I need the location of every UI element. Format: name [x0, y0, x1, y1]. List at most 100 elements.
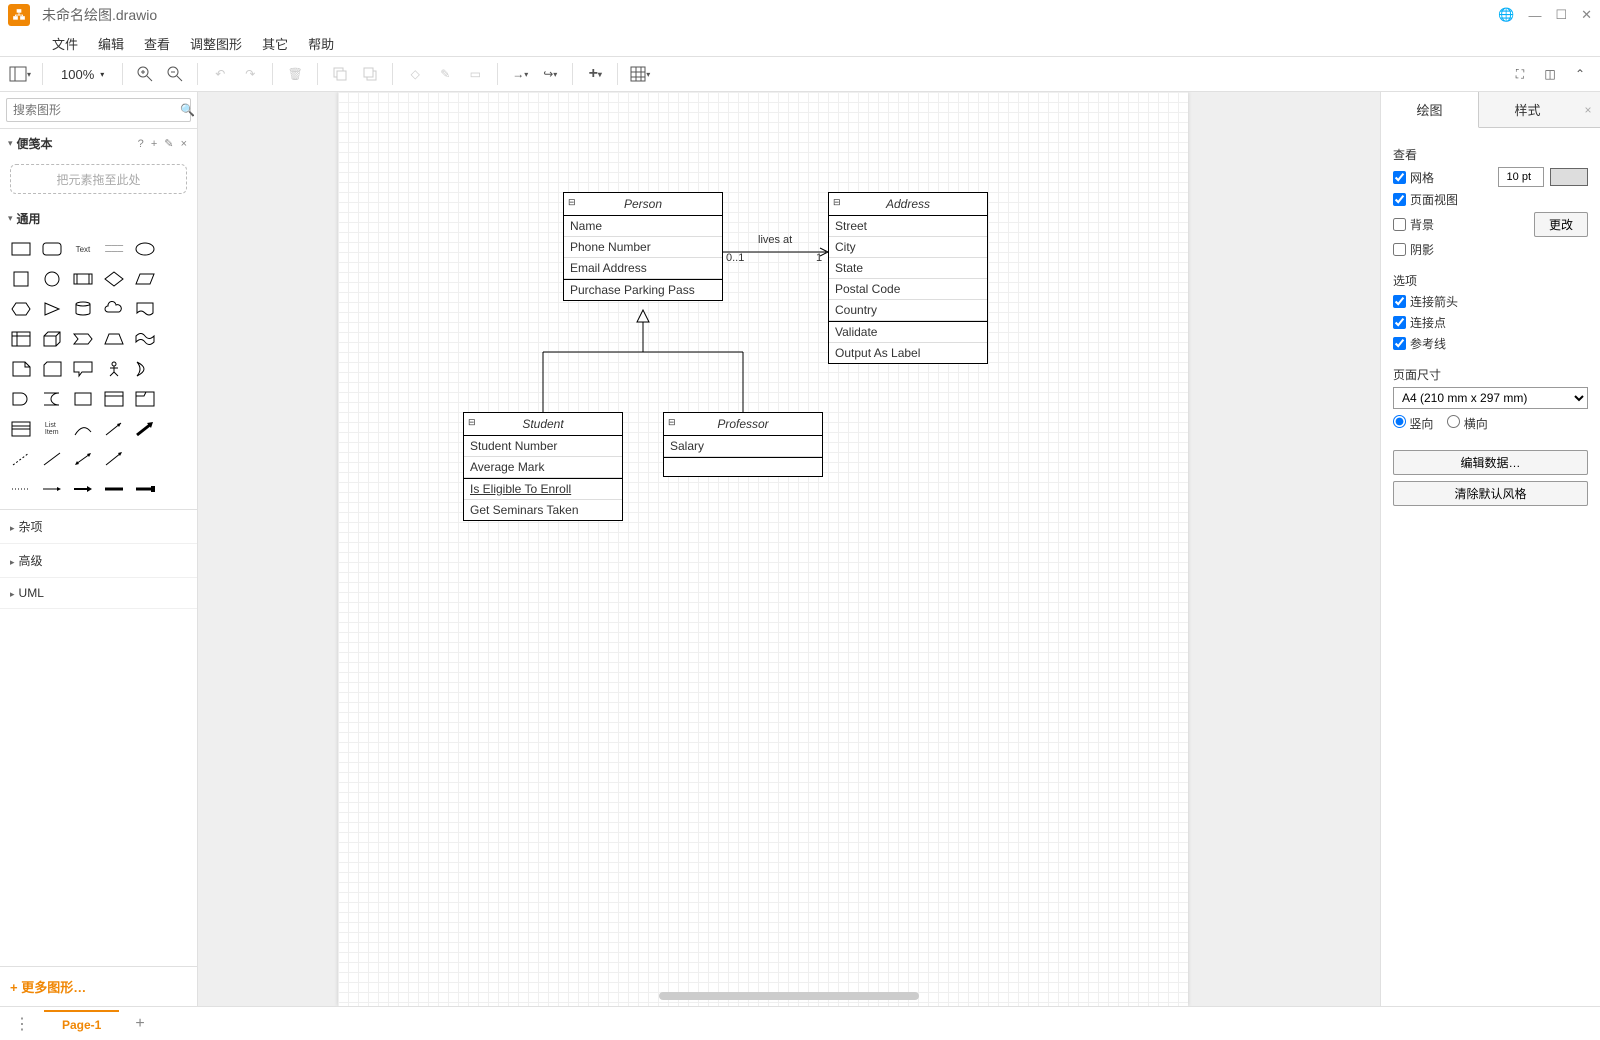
shape-document[interactable]: [133, 297, 158, 321]
shape-square[interactable]: [8, 267, 33, 291]
shape-and[interactable]: [8, 387, 33, 411]
grid-size-input[interactable]: [1498, 167, 1544, 187]
shape-listitem[interactable]: ListItem: [39, 417, 64, 441]
edge-label-lives-at[interactable]: lives at: [758, 234, 792, 246]
to-front-button[interactable]: [328, 62, 352, 86]
shape-or[interactable]: [133, 357, 158, 381]
portrait-radio[interactable]: 竖向: [1393, 415, 1433, 432]
shape-cloud[interactable]: [101, 297, 126, 321]
edit-data-button[interactable]: 编辑数据…: [1393, 450, 1588, 475]
shape-arrow2[interactable]: [101, 447, 126, 471]
shape-hexagon[interactable]: [8, 297, 33, 321]
shape-curve[interactable]: [70, 417, 95, 441]
fill-color-button[interactable]: ◇: [403, 62, 427, 86]
shape-link3[interactable]: [70, 477, 95, 501]
delete-button[interactable]: 🗑: [283, 62, 307, 86]
shape-arrow-diag[interactable]: [101, 417, 126, 441]
more-shapes-button[interactable]: + 更多图形…: [0, 966, 197, 1006]
pages-menu-button[interactable]: ⋮: [8, 1014, 36, 1034]
shape-blank2[interactable]: [164, 267, 189, 291]
shape-link1[interactable]: [8, 477, 33, 501]
shape-process[interactable]: [70, 267, 95, 291]
collapse-button[interactable]: ⌃: [1568, 62, 1592, 86]
add-page-button[interactable]: +: [127, 1015, 152, 1033]
horizontal-scrollbar[interactable]: [659, 992, 919, 1000]
shape-rect[interactable]: [8, 237, 33, 261]
shape-rect2[interactable]: [70, 387, 95, 411]
uml-class-address[interactable]: ⊟Address Street City State Postal Code C…: [828, 192, 988, 364]
shape-blank9[interactable]: [164, 447, 189, 471]
shape-frame[interactable]: [133, 387, 158, 411]
edge-mult-left[interactable]: 0..1: [726, 252, 744, 264]
menu-help[interactable]: 帮助: [300, 30, 342, 57]
change-background-button[interactable]: 更改: [1534, 212, 1588, 237]
shape-list[interactable]: [8, 417, 33, 441]
shape-step[interactable]: [70, 327, 95, 351]
menu-adjust[interactable]: 调整图形: [182, 30, 250, 57]
menu-other[interactable]: 其它: [254, 30, 296, 57]
language-icon[interactable]: 🌐: [1498, 7, 1514, 23]
general-shapes-header[interactable]: ▾通用: [0, 204, 197, 233]
shape-blank7[interactable]: [164, 417, 189, 441]
insert-button[interactable]: +▾: [583, 62, 607, 86]
redo-button[interactable]: ↷: [238, 62, 262, 86]
maximize-button[interactable]: ☐: [1555, 7, 1567, 23]
points-checkbox[interactable]: 连接点: [1393, 314, 1446, 331]
shape-blank10[interactable]: [164, 477, 189, 501]
scratchpad-dropzone[interactable]: 把元素拖至此处: [10, 164, 187, 194]
shape-tape[interactable]: [133, 327, 158, 351]
shape-actor[interactable]: [101, 357, 126, 381]
shape-circle[interactable]: [39, 267, 64, 291]
scratchpad-header[interactable]: ▾便笺本 ? + ✎ ×: [0, 129, 197, 158]
shape-line[interactable]: [39, 447, 64, 471]
shape-blank5[interactable]: [164, 357, 189, 381]
grid-color-swatch[interactable]: [1550, 168, 1588, 186]
grid-checkbox[interactable]: 网格: [1393, 169, 1434, 186]
shape-link4[interactable]: [101, 477, 126, 501]
arrows-checkbox[interactable]: 连接箭头: [1393, 293, 1458, 310]
shape-cube[interactable]: [39, 327, 64, 351]
fullscreen-button[interactable]: ⛶: [1508, 62, 1532, 86]
category-advanced[interactable]: ▸高级: [0, 544, 197, 578]
zoom-in-button[interactable]: [133, 62, 157, 86]
background-checkbox[interactable]: 背景: [1393, 216, 1434, 233]
line-color-button[interactable]: ✎: [433, 62, 457, 86]
shape-callout[interactable]: [70, 357, 95, 381]
category-misc[interactable]: ▸杂项: [0, 510, 197, 544]
shape-textbox[interactable]: ——————: [101, 237, 126, 261]
paper-size-select[interactable]: A4 (210 mm x 297 mm): [1393, 387, 1588, 409]
shape-internal[interactable]: [8, 327, 33, 351]
search-shapes-input[interactable]: 🔍: [6, 98, 191, 122]
shape-blank3[interactable]: [164, 297, 189, 321]
shape-bidir[interactable]: [70, 447, 95, 471]
format-panel-button[interactable]: ◫: [1538, 62, 1562, 86]
canvas-page[interactable]: ⊟Person Name Phone Number Email Address …: [338, 92, 1188, 1006]
shape-roundrect[interactable]: [39, 237, 64, 261]
table-button[interactable]: ▾: [628, 62, 652, 86]
pageview-checkbox[interactable]: 页面视图: [1393, 191, 1458, 208]
guides-checkbox[interactable]: 参考线: [1393, 335, 1446, 352]
shape-card[interactable]: [39, 357, 64, 381]
clear-style-button[interactable]: 清除默认风格: [1393, 481, 1588, 506]
shadow-button[interactable]: ▭: [463, 62, 487, 86]
shape-text[interactable]: Text: [70, 237, 95, 261]
uml-class-professor[interactable]: ⊟Professor Salary: [663, 412, 823, 477]
zoom-out-button[interactable]: [163, 62, 187, 86]
shape-blank8[interactable]: [133, 447, 158, 471]
shape-note[interactable]: [8, 357, 33, 381]
waypoint-button[interactable]: ↪▾: [538, 62, 562, 86]
tab-style[interactable]: 样式: [1479, 92, 1576, 128]
shape-ellipse[interactable]: [133, 237, 158, 261]
shape-blank[interactable]: [164, 237, 189, 261]
shape-cylinder[interactable]: [70, 297, 95, 321]
edge-mult-right[interactable]: 1: [816, 252, 822, 264]
undo-button[interactable]: ↶: [208, 62, 232, 86]
minimize-button[interactable]: —: [1528, 8, 1541, 23]
shadow-checkbox[interactable]: 阴影: [1393, 241, 1434, 258]
menu-file[interactable]: 文件: [44, 30, 86, 57]
shape-dashed[interactable]: [8, 447, 33, 471]
shape-parallelogram[interactable]: [133, 267, 158, 291]
tab-diagram[interactable]: 绘图: [1381, 92, 1479, 128]
shape-container[interactable]: [101, 387, 126, 411]
shape-triangle[interactable]: [39, 297, 64, 321]
